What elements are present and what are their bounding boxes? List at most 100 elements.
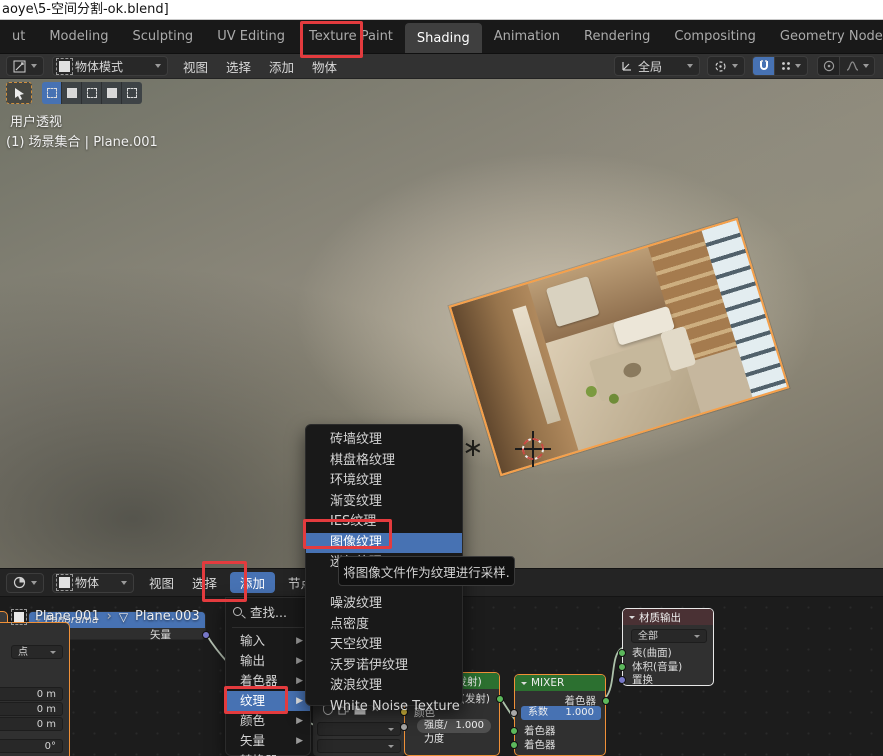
magnet-icon bbox=[758, 60, 770, 72]
workspace-tab[interactable]: Sculpting bbox=[120, 20, 205, 53]
shader-menu-add[interactable]: 添加 bbox=[230, 572, 275, 593]
texture-option-dropdown[interactable] bbox=[317, 722, 401, 736]
toolbar-row bbox=[6, 82, 142, 104]
viewport-menu-item[interactable]: 添加 bbox=[260, 54, 303, 78]
add-node-menu: 查找... 输入▶输出▶着色器▶纹理▶颜色▶矢量▶转换器▶ bbox=[225, 597, 311, 756]
vector-output-socket[interactable] bbox=[202, 631, 210, 639]
select-mode-invert-button[interactable] bbox=[102, 82, 122, 104]
volume-input-socket[interactable] bbox=[618, 663, 626, 671]
texture-menu-item[interactable]: 天空纹理 bbox=[306, 635, 462, 656]
mixer-node-title: MIXER bbox=[531, 677, 564, 689]
texture-menu-item[interactable]: 噪波纹理 bbox=[306, 594, 462, 615]
submenu-arrow-icon: ▶ bbox=[296, 671, 303, 691]
snap-settings-dropdown[interactable] bbox=[774, 56, 808, 76]
mapping-node[interactable]: 点 0 m 0 m 0 m 0° bbox=[0, 622, 70, 756]
submenu-arrow-icon: ▶ bbox=[296, 751, 303, 756]
texture-option-dropdown-2[interactable] bbox=[317, 739, 401, 753]
shader-editor-type-selector[interactable] bbox=[6, 573, 44, 593]
texture-menu-item[interactable]: 环境纹理 bbox=[306, 471, 462, 492]
add-menu-item[interactable]: 着色器▶ bbox=[226, 671, 310, 691]
proportional-group bbox=[817, 56, 875, 76]
mixer-node[interactable]: MIXER 着色器 系数 1.000 着色器 着色器 bbox=[514, 674, 606, 756]
workspace-tab[interactable]: Geometry Nodes bbox=[768, 20, 883, 53]
add-menu-item[interactable]: 纹理▶ bbox=[226, 691, 310, 711]
workspace-tab[interactable]: ut bbox=[0, 20, 37, 53]
editor-type-selector[interactable] bbox=[6, 56, 44, 76]
select-mode-set-button[interactable] bbox=[42, 82, 62, 104]
pivot-dropdown[interactable] bbox=[707, 56, 745, 76]
emission-output-socket[interactable] bbox=[496, 695, 504, 703]
texture-menu-item[interactable]: 砖墙纹理 bbox=[306, 430, 462, 451]
rendered-room-preview[interactable] bbox=[449, 218, 790, 477]
texture-menu-item[interactable]: 棋盘格纹理 bbox=[306, 451, 462, 472]
surface-input-socket[interactable] bbox=[618, 649, 626, 657]
workspace-tab[interactable]: Shading bbox=[405, 23, 482, 53]
workspace-tab[interactable]: Rendering bbox=[572, 20, 662, 53]
output-target-dropdown[interactable]: 全部 bbox=[631, 629, 707, 643]
chevron-down-icon bbox=[694, 635, 700, 638]
displacement-input-socket[interactable] bbox=[618, 676, 626, 684]
proportional-circle-icon bbox=[823, 60, 835, 72]
mixer-node-header[interactable]: MIXER bbox=[515, 675, 605, 691]
snap-magnet-toggle[interactable] bbox=[752, 56, 774, 76]
cursor-icon bbox=[14, 87, 25, 100]
falloff-dropdown[interactable] bbox=[839, 56, 875, 76]
active-tool-button[interactable] bbox=[6, 82, 32, 104]
select-mode-extend-button[interactable] bbox=[62, 82, 82, 104]
viewport-menu-item[interactable]: 选择 bbox=[217, 54, 260, 78]
select-mode-intersect-button[interactable] bbox=[122, 82, 142, 104]
orientation-label: 全局 bbox=[638, 58, 682, 75]
viewport-menu-item[interactable]: 视图 bbox=[174, 54, 217, 78]
fac-input-socket[interactable] bbox=[510, 709, 518, 717]
orientation-dropdown[interactable]: 全局 bbox=[614, 56, 700, 76]
breadcrumb-object-name[interactable]: Plane.001 bbox=[35, 609, 100, 624]
workspace-tab[interactable]: Modeling bbox=[37, 20, 120, 53]
texture-menu-item[interactable]: White Noise Texture bbox=[306, 697, 462, 718]
chevron-down-icon bbox=[50, 651, 56, 654]
shader-mode-dropdown[interactable]: 物体 bbox=[52, 573, 134, 593]
mixer-output-socket[interactable] bbox=[602, 697, 610, 705]
shader-input-socket-2[interactable] bbox=[510, 741, 518, 749]
mapping-y-field[interactable]: 0 m bbox=[0, 702, 63, 716]
workspace-tab[interactable]: Compositing bbox=[662, 20, 768, 53]
shader-mode-label: 物体 bbox=[75, 574, 116, 591]
texture-menu-item[interactable]: 沃罗诺伊纹理 bbox=[306, 656, 462, 677]
workspace-tab[interactable]: Animation bbox=[482, 20, 572, 53]
emission-strength-field[interactable]: 强度/力度 1.000 bbox=[417, 719, 491, 733]
chevron-down-icon bbox=[388, 728, 394, 731]
mode-dropdown[interactable]: 物体模式 bbox=[52, 56, 168, 76]
workspace-tab[interactable]: UV Editing bbox=[205, 20, 297, 53]
add-menu-item[interactable]: 转换器▶ bbox=[226, 751, 310, 756]
proportional-edit-toggle[interactable] bbox=[817, 56, 839, 76]
displacement-input-label: 置换 bbox=[623, 673, 713, 687]
mixer-fac-slider[interactable]: 系数 1.000 bbox=[521, 706, 601, 720]
snap-dots-icon bbox=[781, 61, 791, 71]
add-menu-item[interactable]: 输出▶ bbox=[226, 651, 310, 671]
material-output-node[interactable]: 材质输出 全部 表(曲面) 体积(音量) 置换 bbox=[622, 608, 714, 686]
add-menu-item[interactable]: 矢量▶ bbox=[226, 731, 310, 751]
texture-menu-item[interactable]: 点密度 bbox=[306, 615, 462, 636]
mapping-x-field[interactable]: 0 m bbox=[0, 687, 63, 701]
strength-input-socket[interactable] bbox=[400, 723, 408, 731]
breadcrumb-mesh-name[interactable]: Plane.003 bbox=[135, 609, 200, 624]
mapping-z-field[interactable]: 0 m bbox=[0, 717, 63, 731]
add-menu-item[interactable]: 输入▶ bbox=[226, 631, 310, 651]
object-mode-icon bbox=[59, 61, 70, 72]
texture-menu-item[interactable]: 图像纹理 bbox=[306, 533, 462, 554]
select-mode-subtract-button[interactable] bbox=[82, 82, 102, 104]
menu-item-search[interactable]: 查找... bbox=[226, 603, 287, 623]
shader-input-socket-1[interactable] bbox=[510, 727, 518, 735]
texture-menu-item[interactable]: IES纹理 bbox=[306, 512, 462, 533]
object-mode-icon bbox=[59, 577, 70, 588]
output-node-header[interactable]: 材质输出 bbox=[623, 609, 713, 625]
mapping-type-dropdown[interactable]: 点 bbox=[11, 645, 63, 659]
shader-menu-view[interactable]: 视图 bbox=[140, 569, 183, 596]
shader-menu-select[interactable]: 选择 bbox=[183, 569, 226, 596]
fac-label: 系数 bbox=[528, 706, 548, 720]
mapping-rotation-x-field[interactable]: 0° bbox=[0, 739, 63, 753]
texture-menu-item[interactable]: 渐变纹理 bbox=[306, 492, 462, 513]
workspace-tab[interactable]: Texture Paint bbox=[297, 20, 405, 53]
viewport-menu-item[interactable]: 物体 bbox=[303, 54, 346, 78]
texture-menu-item[interactable]: 波浪纹理 bbox=[306, 676, 462, 697]
add-menu-item[interactable]: 颜色▶ bbox=[226, 711, 310, 731]
